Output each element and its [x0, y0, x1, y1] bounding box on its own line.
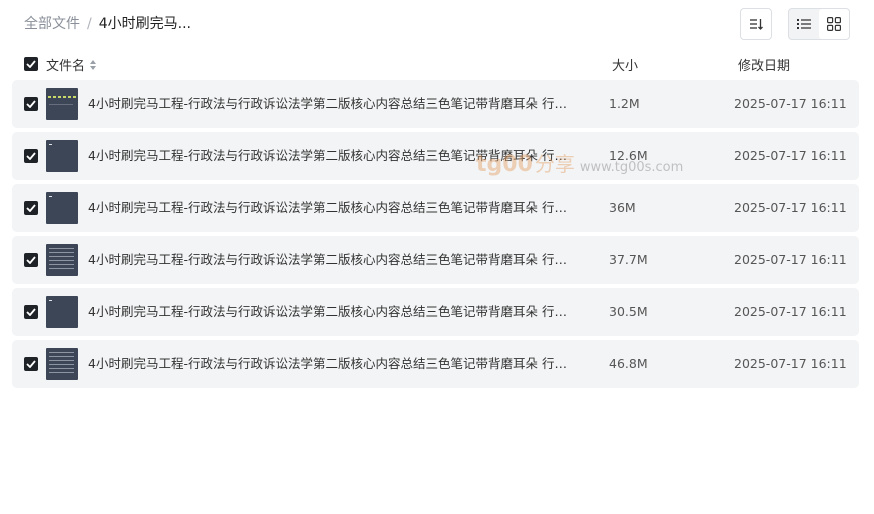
file-date: 2025-07-17 16:11 [734, 200, 847, 215]
file-size: 30.5M [609, 304, 648, 319]
file-date: 2025-07-17 16:11 [734, 304, 847, 319]
column-header-name[interactable]: 文件名 [46, 55, 97, 74]
file-size: 37.7M [609, 252, 648, 267]
row-checkbox[interactable] [24, 305, 38, 319]
row-checkbox[interactable] [24, 253, 38, 267]
breadcrumb-separator: / [87, 16, 92, 32]
column-header-size[interactable]: 大小 [612, 55, 638, 74]
checkmark-icon [26, 308, 36, 316]
file-name[interactable]: 4小时刷完马工程-行政法与行政诉讼法学第二版核心内容总结三色笔记带背磨耳朵 行政… [88, 95, 568, 113]
file-row[interactable]: 4小时刷完马工程-行政法与行政诉讼法学第二版核心内容总结三色笔记带背磨耳朵 行政… [12, 80, 859, 128]
file-date: 2025-07-17 16:11 [734, 96, 847, 111]
file-date: 2025-07-17 16:11 [734, 356, 847, 371]
file-thumbnail [46, 244, 78, 276]
file-size: 1.2M [609, 96, 640, 111]
checkmark-icon [26, 152, 36, 160]
file-thumbnail [46, 348, 78, 380]
file-row[interactable]: 4小时刷完马工程-行政法与行政诉讼法学第二版核心内容总结三色笔记带背磨耳朵 行政… [12, 288, 859, 336]
sort-icon [750, 19, 763, 30]
grid-view-icon [827, 17, 841, 31]
checkmark-icon [26, 100, 36, 108]
file-thumbnail [46, 296, 78, 328]
breadcrumb-root-link[interactable]: 全部文件 [24, 14, 80, 34]
top-bar: 全部文件 / 4小时刷完马... [0, 0, 874, 48]
file-row[interactable]: 4小时刷完马工程-行政法与行政诉讼法学第二版核心内容总结三色笔记带背磨耳朵 行政… [12, 132, 859, 180]
file-thumbnail [46, 192, 78, 224]
checkmark-icon [26, 360, 36, 368]
grid-view-button[interactable] [819, 9, 849, 39]
file-name[interactable]: 4小时刷完马工程-行政法与行政诉讼法学第二版核心内容总结三色笔记带背磨耳朵 行政… [88, 147, 568, 165]
row-checkbox[interactable] [24, 357, 38, 371]
file-list-header: 文件名 大小 修改日期 [0, 50, 874, 78]
column-header-date[interactable]: 修改日期 [738, 55, 790, 74]
breadcrumb: 全部文件 / 4小时刷完马... [24, 14, 191, 34]
file-date: 2025-07-17 16:11 [734, 148, 847, 163]
sort-button[interactable] [740, 8, 772, 40]
select-all-checkbox[interactable] [24, 57, 38, 71]
row-checkbox[interactable] [24, 149, 38, 163]
file-row[interactable]: 4小时刷完马工程-行政法与行政诉讼法学第二版核心内容总结三色笔记带背磨耳朵 行政… [12, 184, 859, 232]
file-name[interactable]: 4小时刷完马工程-行政法与行政诉讼法学第二版核心内容总结三色笔记带背磨耳朵 行政… [88, 199, 568, 217]
file-name[interactable]: 4小时刷完马工程-行政法与行政诉讼法学第二版核心内容总结三色笔记带背磨耳朵 行政… [88, 355, 568, 373]
list-view-icon [797, 19, 811, 29]
view-switcher [788, 8, 850, 40]
file-size: 46.8M [609, 356, 648, 371]
file-date: 2025-07-17 16:11 [734, 252, 847, 267]
file-name[interactable]: 4小时刷完马工程-行政法与行政诉讼法学第二版核心内容总结三色笔记带背磨耳朵 行政… [88, 251, 568, 269]
checkmark-icon [26, 256, 36, 264]
file-size: 36M [609, 200, 636, 215]
file-list: 4小时刷完马工程-行政法与行政诉讼法学第二版核心内容总结三色笔记带背磨耳朵 行政… [12, 80, 859, 392]
sort-caret-icon [90, 59, 97, 70]
checkmark-icon [26, 204, 36, 212]
column-header-name-label: 文件名 [46, 59, 86, 74]
breadcrumb-current-folder: 4小时刷完马... [98, 16, 191, 32]
file-row[interactable]: 4小时刷完马工程-行政法与行政诉讼法学第二版核心内容总结三色笔记带背磨耳朵 行政… [12, 236, 859, 284]
file-size: 12.6M [609, 148, 648, 163]
row-checkbox[interactable] [24, 97, 38, 111]
file-row[interactable]: 4小时刷完马工程-行政法与行政诉讼法学第二版核心内容总结三色笔记带背磨耳朵 行政… [12, 340, 859, 388]
checkmark-icon [26, 60, 36, 68]
row-checkbox[interactable] [24, 201, 38, 215]
file-thumbnail [46, 88, 78, 120]
list-view-button[interactable] [789, 9, 819, 39]
file-name[interactable]: 4小时刷完马工程-行政法与行政诉讼法学第二版核心内容总结三色笔记带背磨耳朵 行政… [88, 303, 568, 321]
file-thumbnail [46, 140, 78, 172]
